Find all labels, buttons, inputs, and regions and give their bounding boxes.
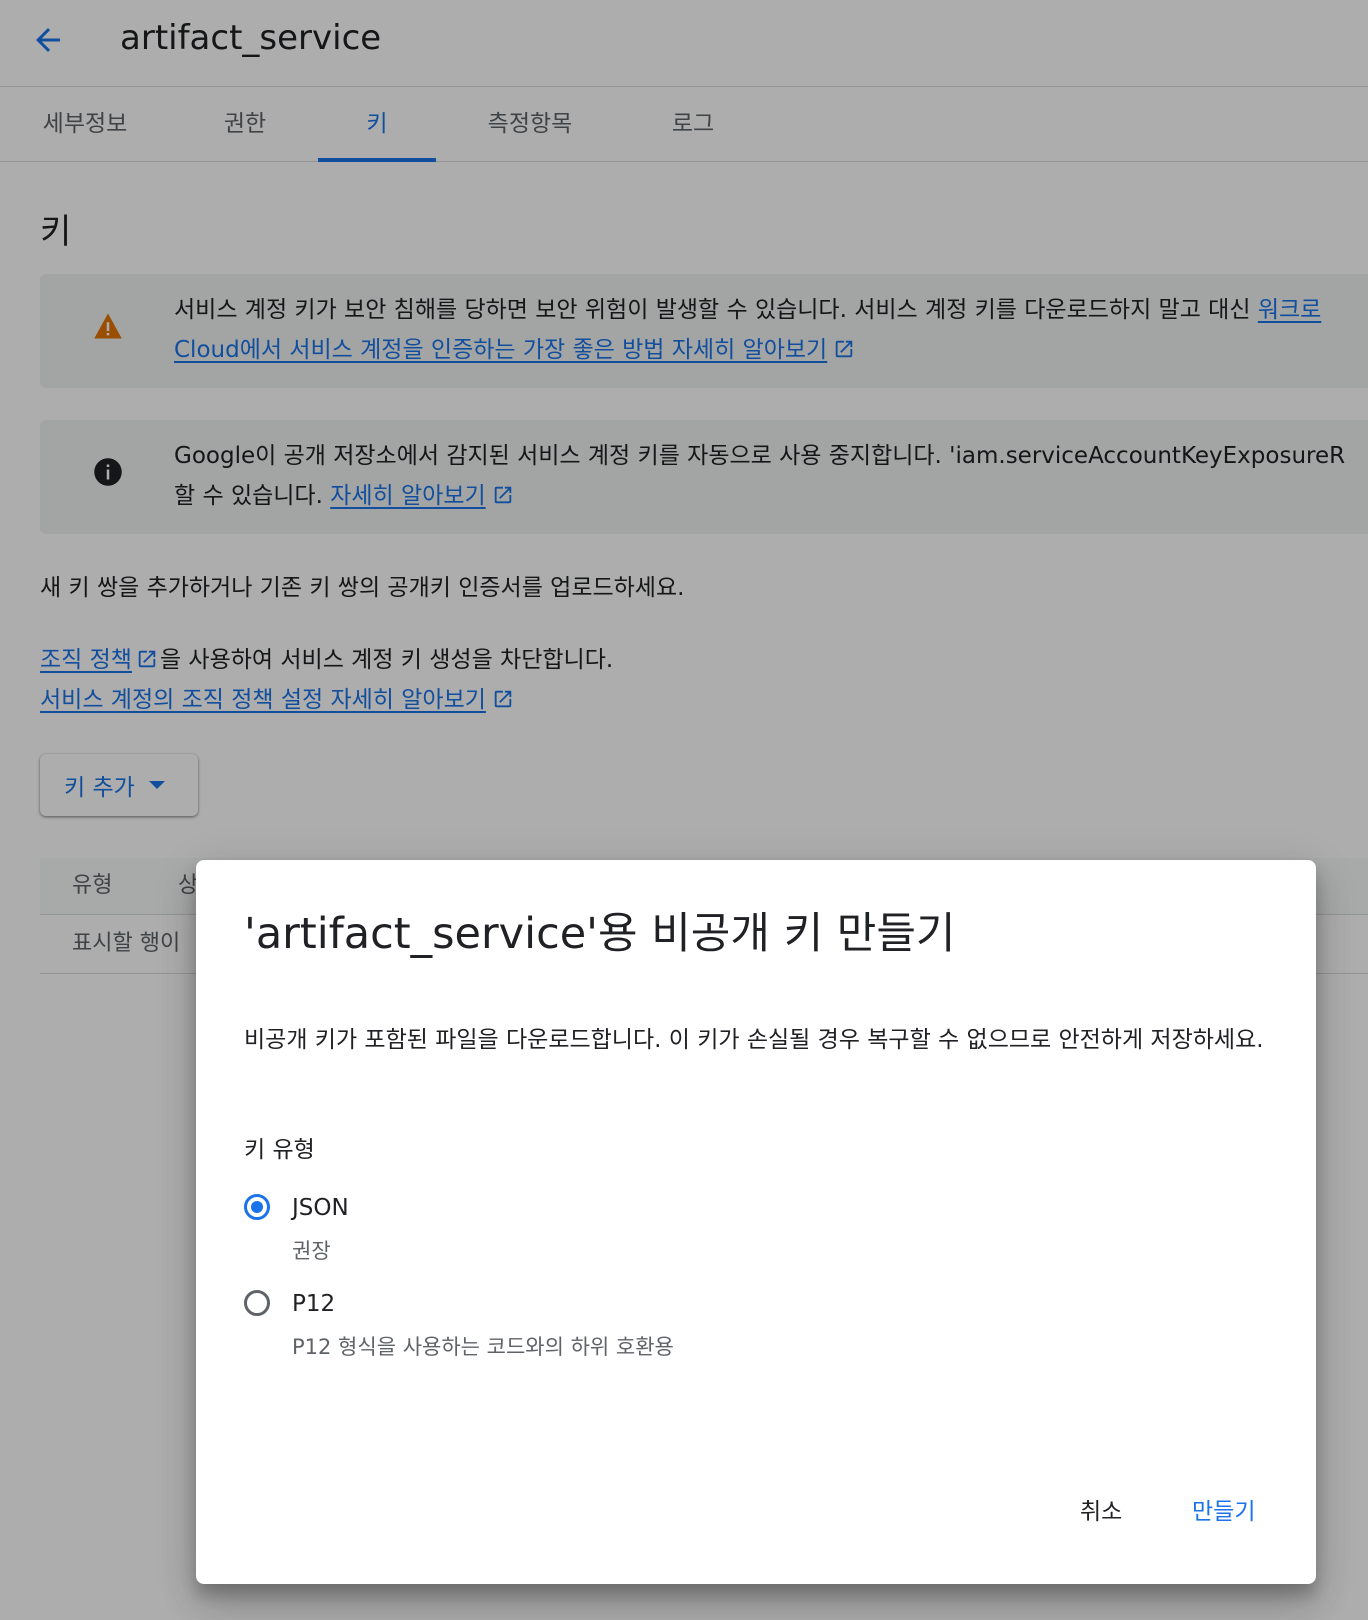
create-button[interactable]: 만들기 (1184, 1488, 1263, 1536)
page: artifact_service 세부정보 권한 키 측정항목 로그 키 서비스… (0, 0, 1368, 1620)
radio-p12-sub: P12 형식을 사용하는 코드와의 하위 호환용 (292, 1335, 674, 1359)
radio-p12-label: P12 (292, 1291, 336, 1317)
cancel-button[interactable]: 취소 (1072, 1488, 1130, 1536)
create-key-dialog: 'artifact_service'용 비공개 키 만들기 비공개 키가 포함된… (196, 860, 1316, 1584)
dialog-description: 비공개 키가 포함된 파일을 다운로드합니다. 이 키가 손실될 경우 복구할 … (244, 1027, 1264, 1053)
radio-json-sub: 권장 (292, 1239, 331, 1263)
key-type-label: 키 유형 (244, 1137, 315, 1163)
radio-json-label: JSON (292, 1195, 349, 1221)
radio-p12[interactable] (244, 1290, 270, 1316)
dialog-title: 'artifact_service'용 비공개 키 만들기 (244, 909, 956, 959)
radio-option-json[interactable]: JSON 권장 (244, 1192, 944, 1272)
radio-json[interactable] (244, 1194, 270, 1220)
radio-option-p12[interactable]: P12 P12 형식을 사용하는 코드와의 하위 호환용 (244, 1288, 944, 1368)
